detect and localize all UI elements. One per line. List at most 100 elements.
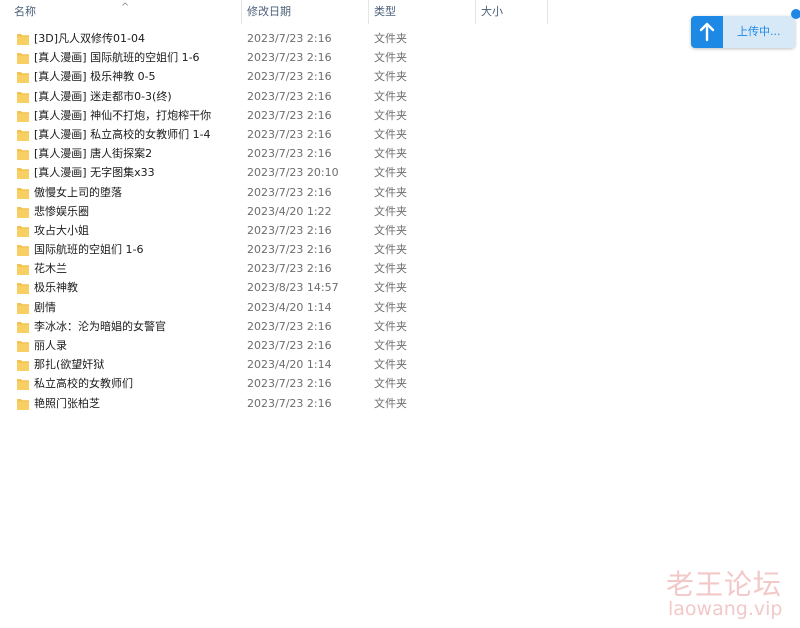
- folder-icon: [17, 51, 29, 65]
- file-row[interactable]: 极乐神教 2023/8/23 14:57 文件夹: [0, 278, 548, 297]
- file-row[interactable]: [3D]凡人双修传01-04 2023/7/23 2:16 文件夹: [0, 29, 548, 48]
- folder-icon: [17, 147, 29, 161]
- column-type-label: 类型: [374, 5, 396, 18]
- file-name: [真人漫画] 迷走都市0-3(终): [34, 89, 172, 103]
- file-row[interactable]: 私立高校的女教师们 2023/7/23 2:16 文件夹: [0, 374, 548, 393]
- file-name: 攻占大小姐: [34, 223, 89, 237]
- folder-icon: [17, 70, 29, 84]
- file-row[interactable]: [真人漫画] 国际航班的空姐们 1-6 2023/7/23 2:16 文件夹: [0, 48, 548, 67]
- folder-icon: [17, 301, 29, 314]
- file-name: 极乐神教: [34, 281, 78, 295]
- folder-icon: [17, 243, 29, 257]
- column-size[interactable]: 大小: [476, 0, 548, 24]
- file-row[interactable]: 傲慢女上司的堕落 2023/7/23 2:16 文件夹: [0, 183, 548, 202]
- file-date: 2023/8/23 14:57: [247, 281, 339, 295]
- file-name: 花木兰: [34, 262, 67, 276]
- folder-icon: [17, 377, 29, 391]
- file-date: 2023/7/23 2:16: [247, 262, 332, 276]
- file-date: 2023/7/23 2:16: [247, 223, 332, 237]
- file-date: 2023/7/23 2:16: [247, 127, 332, 141]
- file-date: 2023/7/23 2:16: [247, 243, 332, 257]
- file-row[interactable]: 丽人录 2023/7/23 2:16 文件夹: [0, 336, 548, 355]
- file-type: 文件夹: [374, 147, 407, 161]
- file-row[interactable]: 那扎(欲望奸狱 2023/4/20 1:14 文件夹: [0, 355, 548, 374]
- folder-icon: [17, 339, 29, 352]
- file-type: 文件夹: [374, 166, 407, 180]
- file-type: 文件夹: [374, 108, 407, 122]
- file-row[interactable]: 艳照门张柏芝 2023/7/23 2:16 文件夹: [0, 394, 548, 413]
- folder-icon: [17, 205, 29, 218]
- file-row[interactable]: [真人漫画] 极乐神教 0-5 2023/7/23 2:16 文件夹: [0, 67, 548, 86]
- folder-icon: [17, 90, 29, 103]
- file-row[interactable]: [真人漫画] 迷走都市0-3(终) 2023/7/23 2:16 文件夹: [0, 87, 548, 106]
- file-date: 2023/7/23 2:16: [247, 51, 332, 65]
- column-header: 名称 ^ 修改日期 类型 大小: [0, 0, 548, 24]
- file-date: 2023/7/23 2:16: [247, 339, 332, 352]
- file-type: 文件夹: [374, 32, 407, 45]
- folder-icon: [17, 166, 29, 180]
- sort-ascending-icon: ^: [121, 2, 130, 13]
- file-row[interactable]: 剧情 2023/4/20 1:14 文件夹: [0, 298, 548, 317]
- upload-status-label: 上传中...: [737, 25, 781, 38]
- file-name: [真人漫画] 私立高校的女教师们 1-4: [34, 127, 211, 141]
- file-type: 文件夹: [374, 377, 407, 391]
- file-date: 2023/7/23 2:16: [247, 89, 332, 103]
- folder-icon: [17, 281, 29, 295]
- file-list: [3D]凡人双修传01-04 2023/7/23 2:16 文件夹 [真人漫画] 国际…: [0, 29, 548, 413]
- file-type: 文件夹: [374, 281, 407, 295]
- file-name: 国际航班的空姐们 1-6: [34, 243, 144, 257]
- file-name: 李冰冰：沦为暗娼的女警官: [34, 319, 166, 333]
- file-date: 2023/7/23 2:16: [247, 319, 332, 333]
- file-row[interactable]: [真人漫画] 私立高校的女教师们 1-4 2023/7/23 2:16 文件夹: [0, 125, 548, 144]
- file-date: 2023/7/23 2:16: [247, 32, 332, 45]
- file-row[interactable]: [真人漫画] 无字图集x33 2023/7/23 20:10 文件夹: [0, 163, 548, 182]
- folder-icon: [17, 320, 29, 333]
- file-type: 文件夹: [374, 89, 407, 103]
- notification-dot: [791, 9, 800, 19]
- file-name: [真人漫画] 极乐神教 0-5: [34, 70, 156, 84]
- file-name: 悲惨娱乐圈: [34, 204, 89, 218]
- file-row[interactable]: 花木兰 2023/7/23 2:16 文件夹: [0, 259, 548, 278]
- file-type: 文件夹: [374, 204, 407, 218]
- file-row[interactable]: 国际航班的空姐们 1-6 2023/7/23 2:16 文件夹: [0, 240, 548, 259]
- column-name-label: 名称: [14, 5, 36, 18]
- file-type: 文件夹: [374, 127, 407, 141]
- watermark-chinese: 老王论坛: [666, 568, 783, 601]
- file-type: 文件夹: [374, 300, 407, 314]
- watermark-english: laowang.vip: [668, 598, 783, 620]
- file-date: 2023/7/23 2:16: [247, 108, 332, 122]
- file-date: 2023/4/20 1:14: [247, 300, 332, 314]
- column-size-label: 大小: [481, 5, 503, 18]
- file-type: 文件夹: [374, 396, 407, 410]
- file-date: 2023/7/23 2:16: [247, 147, 332, 161]
- file-name: 那扎(欲望奸狱: [34, 358, 105, 372]
- file-date: 2023/4/20 1:22: [247, 204, 332, 218]
- file-type: 文件夹: [374, 262, 407, 276]
- file-type: 文件夹: [374, 319, 407, 333]
- file-name: 艳照门张柏芝: [34, 396, 100, 410]
- folder-icon: [17, 32, 29, 45]
- column-name[interactable]: 名称 ^: [0, 0, 242, 24]
- file-name: [真人漫画] 神仙不打炮，打炮榨干你: [34, 108, 212, 122]
- file-row[interactable]: 李冰冰：沦为暗娼的女警官 2023/7/23 2:16 文件夹: [0, 317, 548, 336]
- file-name: [真人漫画] 唐人街探案2: [34, 147, 153, 161]
- file-type: 文件夹: [374, 223, 407, 237]
- folder-icon: [17, 397, 29, 410]
- file-row[interactable]: [真人漫画] 唐人街探案2 2023/7/23 2:16 文件夹: [0, 144, 548, 163]
- file-row[interactable]: [真人漫画] 神仙不打炮，打炮榨干你 2023/7/23 2:16 文件夹: [0, 106, 548, 125]
- file-type: 文件夹: [374, 185, 407, 199]
- file-date: 2023/7/23 20:10: [247, 166, 339, 180]
- file-name: [真人漫画] 无字图集x33: [34, 166, 155, 180]
- file-row[interactable]: 攻占大小姐 2023/7/23 2:16 文件夹: [0, 221, 548, 240]
- column-type[interactable]: 类型: [369, 0, 476, 24]
- folder-icon: [17, 128, 29, 141]
- upload-arrow-icon: [691, 16, 723, 48]
- upload-status-button[interactable]: 上传中...: [691, 16, 795, 48]
- file-row[interactable]: 悲惨娱乐圈 2023/4/20 1:22 文件夹: [0, 202, 548, 221]
- file-name: 丽人录: [34, 339, 67, 352]
- folder-icon: [17, 262, 29, 276]
- column-date[interactable]: 修改日期: [242, 0, 369, 24]
- file-name: [真人漫画] 国际航班的空姐们 1-6: [34, 51, 200, 65]
- file-name: 剧情: [34, 300, 56, 314]
- file-type: 文件夹: [374, 70, 407, 84]
